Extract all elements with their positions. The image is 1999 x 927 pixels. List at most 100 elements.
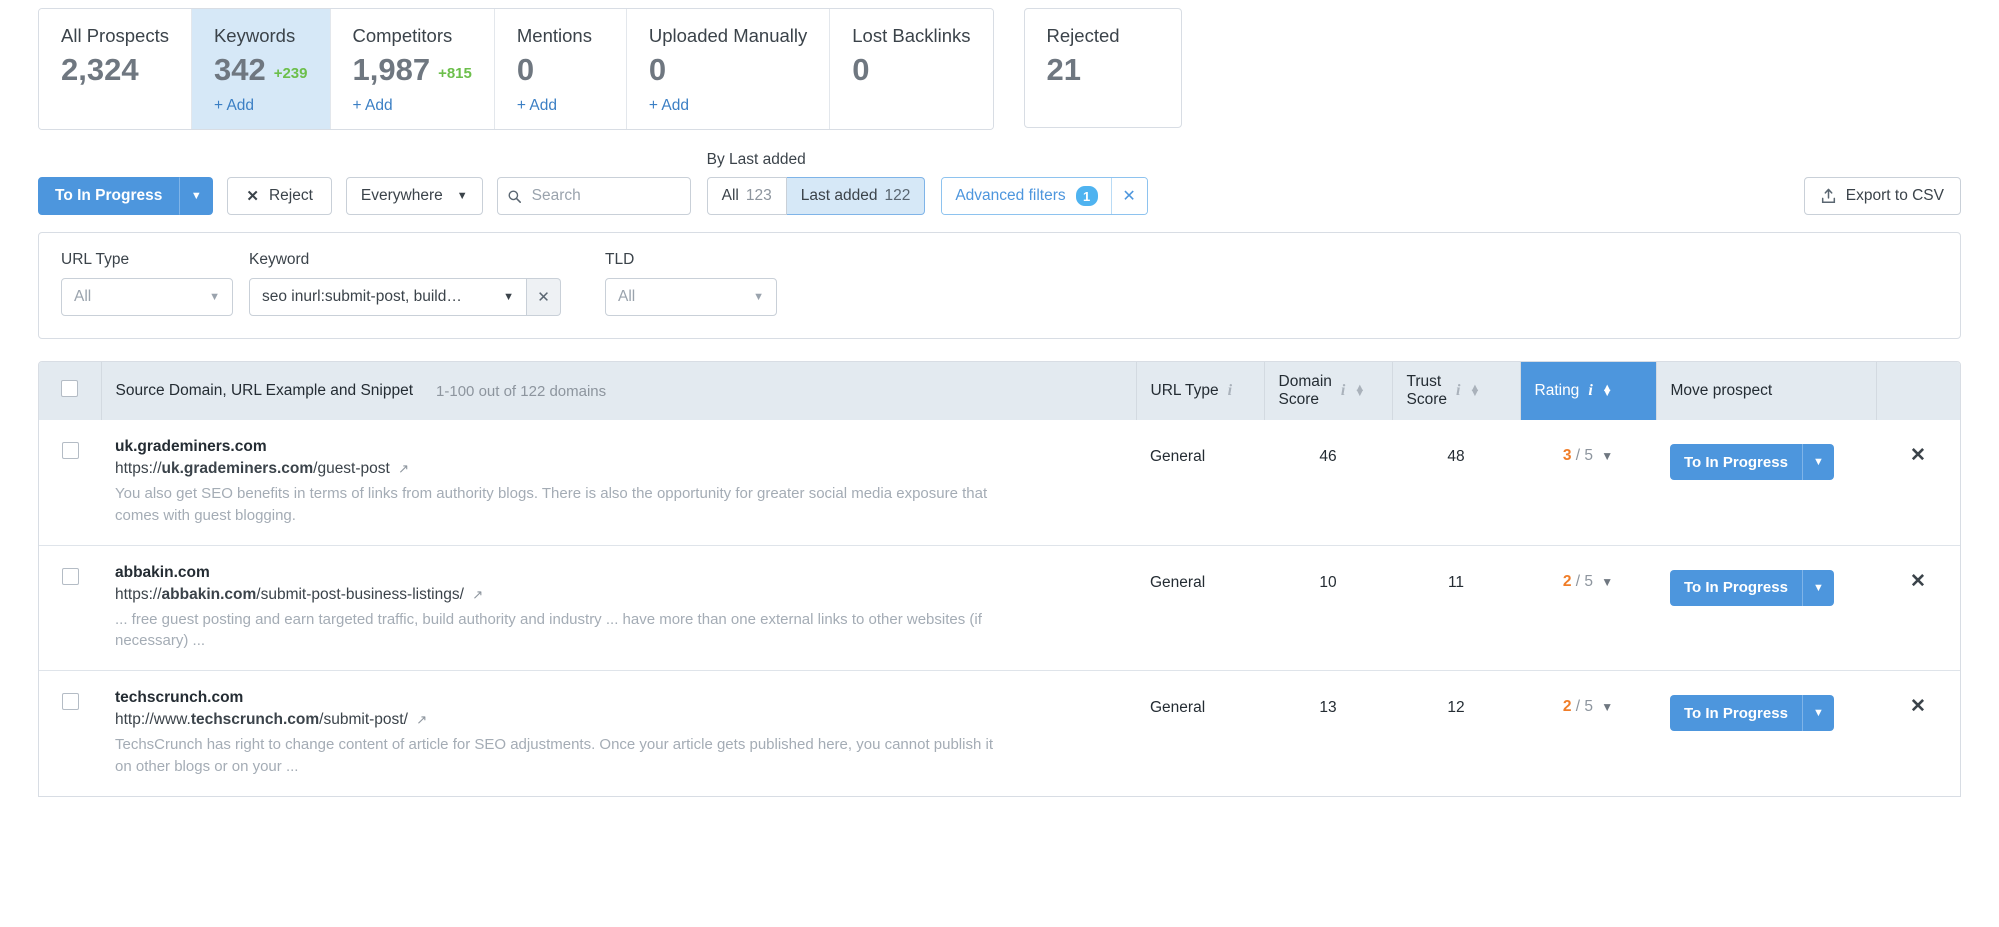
row-url[interactable]: http://www.techscrunch.com/submit-post/ … (115, 711, 1122, 729)
scope-dropdown[interactable]: Everywhere (346, 177, 483, 215)
select-all-checkbox[interactable] (61, 380, 78, 397)
row-actions-cell: ✕ (1876, 545, 1960, 671)
row-move-button[interactable]: To In Progress (1670, 695, 1802, 731)
row-url[interactable]: https://uk.grademiners.com/guest-post ↗ (115, 460, 1122, 478)
row-move-button[interactable]: To In Progress (1670, 570, 1802, 606)
row-remove-icon[interactable]: ✕ (1910, 571, 1926, 592)
row-rating-max: / 5 (1576, 447, 1593, 464)
row-url-prefix: https:// (115, 460, 162, 477)
card-value-row: 0 (649, 54, 807, 85)
chevron-down-icon[interactable] (1601, 700, 1613, 714)
filter-url-type-label: URL Type (61, 251, 233, 269)
card-add-link[interactable]: + Add (353, 97, 472, 115)
th-source-domain: Source Domain, URL Example and Snippet 1… (101, 362, 1136, 420)
row-remove-icon[interactable]: ✕ (1910, 445, 1926, 466)
card-competitors[interactable]: Competitors 1,987 +815 + Add (331, 9, 495, 129)
th-source-count: 1-100 out of 122 domains (436, 383, 606, 400)
th-domain-score[interactable]: Domain Score i ▲▼ (1264, 362, 1392, 420)
advanced-filters-clear-button[interactable]: ✕ (1111, 178, 1147, 214)
card-add-link[interactable]: + Add (214, 97, 308, 115)
external-link-icon[interactable]: ↗ (416, 712, 427, 728)
row-rating-cell[interactable]: 2 / 5 (1520, 671, 1656, 796)
row-move-split-button: To In Progress ▼ (1670, 695, 1834, 731)
row-checkbox[interactable] (62, 568, 79, 585)
row-move-dropdown-caret[interactable]: ▼ (1802, 444, 1834, 480)
filter-keyword-clear-button[interactable]: ✕ (527, 278, 561, 316)
row-domain: abbakin.com (115, 564, 1122, 582)
reject-button[interactable]: ✕ Reject (227, 177, 332, 215)
row-url-type: General (1136, 545, 1264, 671)
row-rating-max: / 5 (1576, 573, 1593, 590)
row-actions-cell: ✕ (1876, 420, 1960, 545)
pill-last-added[interactable]: Last added 122 (787, 177, 926, 215)
row-select-cell (39, 420, 101, 545)
search-icon (508, 189, 521, 204)
prospects-table-wrap: Source Domain, URL Example and Snippet 1… (38, 361, 1961, 797)
prospects-table: Source Domain, URL Example and Snippet 1… (39, 362, 1960, 796)
table-row: uk.grademiners.com https://uk.grademiner… (39, 420, 1960, 545)
th-rating[interactable]: Rating i ▲▼ (1520, 362, 1656, 420)
info-icon[interactable]: i (1456, 382, 1460, 400)
th-trust-score[interactable]: Trust Score i ▲▼ (1392, 362, 1520, 420)
row-snippet: TechsCrunch has right to change content … (115, 734, 995, 778)
external-link-icon[interactable]: ↗ (398, 461, 409, 477)
chevron-down-icon[interactable] (1601, 575, 1613, 589)
chevron-down-icon[interactable] (1601, 449, 1613, 463)
row-rating-value: 2 (1563, 698, 1572, 715)
search-box[interactable] (497, 177, 691, 215)
info-icon[interactable]: i (1341, 382, 1345, 400)
card-value: 0 (649, 54, 666, 85)
move-to-dropdown-caret[interactable] (179, 177, 213, 215)
table-row: abbakin.com https://abbakin.com/submit-p… (39, 545, 1960, 671)
search-input[interactable] (530, 186, 680, 206)
pill-count: 123 (746, 187, 772, 205)
external-link-icon[interactable]: ↗ (472, 587, 483, 603)
card-add-link[interactable]: + Add (517, 97, 604, 115)
card-uploaded-manually[interactable]: Uploaded Manually 0 + Add (627, 9, 830, 129)
row-checkbox[interactable] (62, 442, 79, 459)
advanced-filters-button[interactable]: Advanced filters 1 (942, 178, 1110, 214)
sort-icon[interactable]: ▲▼ (1354, 386, 1365, 397)
move-to-in-progress-button[interactable]: To In Progress (38, 177, 179, 215)
info-icon[interactable]: i (1588, 382, 1592, 400)
row-trust-score: 48 (1392, 420, 1520, 545)
filter-tld-select[interactable]: All (605, 278, 777, 316)
filter-keyword-select[interactable]: seo inurl:submit-post, build… (249, 278, 527, 316)
sort-icon[interactable]: ▲▼ (1469, 386, 1480, 397)
row-move-button[interactable]: To In Progress (1670, 444, 1802, 480)
th-url-type-inner: URL Type i (1151, 382, 1250, 400)
export-to-csv-label: Export to CSV (1846, 187, 1944, 205)
pill-all[interactable]: All 123 (707, 177, 787, 215)
row-remove-icon[interactable]: ✕ (1910, 696, 1926, 717)
row-move-dropdown-caret[interactable]: ▼ (1802, 570, 1834, 606)
filter-url-type-select[interactable]: All (61, 278, 233, 316)
row-rating-cell[interactable]: 3 / 5 (1520, 420, 1656, 545)
row-domain-score: 10 (1264, 545, 1392, 671)
card-rejected[interactable]: Rejected 21 (1024, 8, 1182, 128)
card-lost-backlinks[interactable]: Lost Backlinks 0 (830, 9, 992, 129)
sort-icon[interactable]: ▲▼ (1602, 386, 1613, 397)
th-rating-inner: Rating i ▲▼ (1535, 382, 1642, 400)
card-add-link[interactable]: + Add (649, 97, 807, 115)
card-value: 0 (517, 54, 534, 85)
th-trust-score-inner: Trust Score i ▲▼ (1407, 373, 1506, 409)
card-delta: +239 (274, 65, 308, 85)
row-move-split-button: To In Progress ▼ (1670, 570, 1834, 606)
row-rating-cell[interactable]: 2 / 5 (1520, 545, 1656, 671)
card-mentions[interactable]: Mentions 0 + Add (495, 9, 627, 129)
info-icon[interactable]: i (1228, 382, 1232, 400)
chevron-down-icon (457, 190, 468, 202)
card-all-prospects[interactable]: All Prospects 2,324 (39, 9, 192, 129)
export-to-csv-button[interactable]: Export to CSV (1804, 177, 1961, 215)
card-value: 2,324 (61, 54, 139, 85)
th-url-type[interactable]: URL Type i (1136, 362, 1264, 420)
th-trust-score-label: Trust Score (1407, 373, 1448, 409)
th-domain-score-label: Domain Score (1279, 373, 1332, 409)
card-keywords[interactable]: Keywords 342 +239 + Add (192, 9, 331, 129)
row-url[interactable]: https://abbakin.com/submit-post-business… (115, 586, 1122, 604)
row-move-dropdown-caret[interactable]: ▼ (1802, 695, 1834, 731)
pill-count: 122 (884, 187, 910, 205)
by-filter-label: By Last added (707, 151, 806, 169)
row-trust-score: 11 (1392, 545, 1520, 671)
row-checkbox[interactable] (62, 693, 79, 710)
